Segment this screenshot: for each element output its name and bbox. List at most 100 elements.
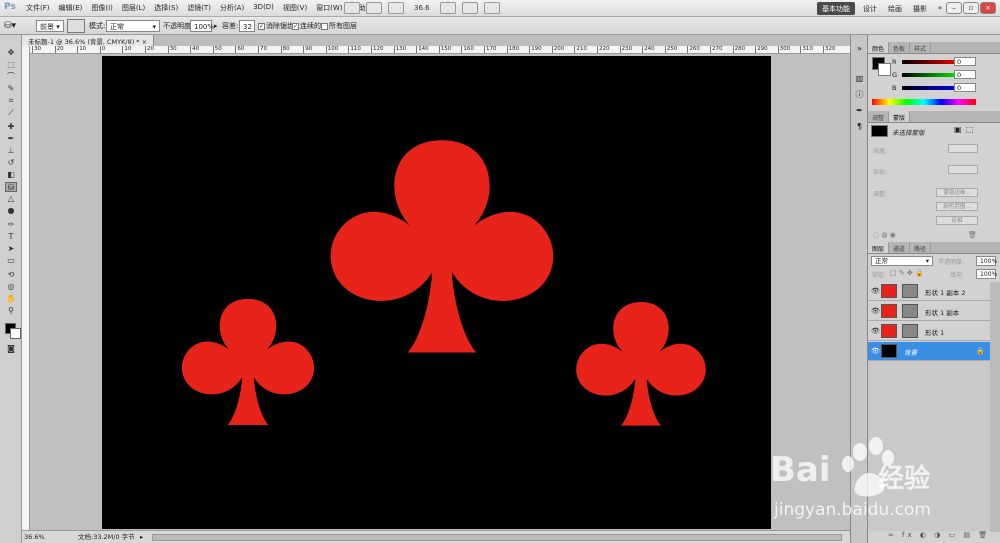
blend-mode-select[interactable]: 正常 ▾	[871, 256, 933, 266]
dodge-tool-icon[interactable]: ●	[5, 206, 17, 216]
marquee-tool-icon[interactable]: ⬚	[5, 60, 17, 70]
menu-window[interactable]: 窗口(W)	[316, 3, 342, 13]
zoom-level[interactable]: 36.6	[410, 4, 434, 12]
quick-select-tool-icon[interactable]: ✎	[5, 84, 17, 94]
view-extras-icon[interactable]	[388, 2, 404, 14]
3d-rotate-tool-icon[interactable]: ⟲	[5, 270, 17, 280]
hand-tool-icon[interactable]	[439, 2, 456, 14]
crop-tool-icon[interactable]: ⌗	[5, 96, 17, 106]
tab-channels[interactable]: 通道	[889, 242, 911, 253]
tab-adjustments[interactable]: 调整	[868, 111, 890, 122]
document-close-icon[interactable]: ×	[142, 38, 147, 46]
workspace-essentials[interactable]: 基本功能	[817, 2, 855, 15]
zoom-tool-icon[interactable]: ⚲	[5, 306, 17, 316]
menu-view[interactable]: 视图(V)	[283, 3, 307, 13]
mask-density-input[interactable]	[948, 144, 978, 153]
history-brush-tool-icon[interactable]: ↺	[5, 158, 17, 168]
pen-tool-icon[interactable]: ✑	[5, 220, 17, 230]
workspace-painting[interactable]: 绘画	[883, 2, 907, 15]
mask-feather-input[interactable]	[948, 165, 978, 174]
tab-color[interactable]: 颜色	[868, 42, 890, 53]
fill-source-select[interactable]: 前景 ▾	[36, 20, 64, 32]
menu-filter[interactable]: 滤镜(T)	[187, 3, 211, 13]
menu-edit[interactable]: 编辑(E)	[59, 3, 83, 13]
bridge-icon[interactable]	[344, 2, 360, 14]
color-range-button[interactable]: 颜色范围...	[936, 202, 978, 211]
paint-bucket-tool-icon[interactable]: ⛁	[5, 182, 17, 192]
menu-layer[interactable]: 图层(L)	[122, 3, 145, 13]
layer-row-selected[interactable]: 👁 背景 🔒	[868, 342, 990, 361]
layers-scrollbar[interactable]	[990, 282, 1000, 532]
minimize-icon[interactable]: –	[946, 2, 962, 14]
all-layers-checkbox[interactable]	[321, 22, 328, 30]
path-select-tool-icon[interactable]: ➤	[5, 244, 17, 254]
mask-delete-icon[interactable]: 🗑	[968, 231, 977, 239]
lock-icons[interactable]: □ ✎ ✥ 🔒	[890, 269, 924, 277]
eye-icon[interactable]: 👁	[871, 307, 880, 315]
3d-orbit-tool-icon[interactable]: ◎	[5, 282, 17, 292]
paint-bucket-preset-icon[interactable]: ⛁▾	[4, 20, 16, 32]
clone-stamp-tool-icon[interactable]: ⊥	[5, 146, 17, 156]
eye-icon[interactable]: 👁	[871, 347, 880, 355]
document-tab[interactable]: 未标题-1 @ 36.6% (背景, CMYK/8) * ×	[22, 35, 155, 46]
paragraph-icon[interactable]: ¶	[854, 121, 865, 132]
fill-input[interactable]: 100%	[976, 269, 997, 279]
mode-select[interactable]: 正常 ▾	[106, 20, 160, 32]
invert-button[interactable]: 反相	[936, 216, 978, 225]
mini-bridge-icon[interactable]	[366, 2, 382, 14]
layer-row[interactable]: 👁 形状 1 副本	[868, 302, 990, 321]
status-arrow-icon[interactable]: ▸	[140, 531, 143, 543]
close-icon[interactable]: ×	[980, 2, 996, 14]
workspace-design[interactable]: 设计	[858, 2, 882, 15]
tab-layers[interactable]: 图层	[868, 242, 890, 253]
mask-edge-button[interactable]: 蒙版边缘...	[936, 188, 978, 197]
vector-mask-icon[interactable]: ⬚	[966, 125, 974, 134]
menu-file[interactable]: 文件(F)	[26, 3, 50, 13]
menu-3d[interactable]: 3D(D)	[253, 3, 274, 13]
layer-row[interactable]: 👁 形状 1 副本 2	[868, 282, 990, 301]
shape-tool-icon[interactable]: ▭	[5, 256, 17, 266]
arrange-documents-icon[interactable]	[461, 2, 478, 14]
info-icon[interactable]: ⓘ	[854, 89, 865, 100]
color-spectrum-bar[interactable]	[872, 99, 976, 105]
contiguous-checkbox[interactable]: ✓	[292, 22, 299, 30]
layers-footer-icons[interactable]: ∞ fx ◐ ◑ ▭ ▤ 🗑	[888, 531, 990, 539]
maximize-icon[interactable]: ▫	[963, 2, 979, 14]
contiguous-option[interactable]: ✓ 连续的	[292, 20, 321, 32]
navigator-icon[interactable]: ✒	[854, 105, 865, 116]
menu-analysis[interactable]: 分析(A)	[220, 3, 244, 13]
opacity-input[interactable]: 100%	[190, 20, 214, 32]
antialias-checkbox[interactable]: ✓	[258, 22, 265, 30]
pixel-mask-icon[interactable]: ▣	[954, 125, 962, 134]
green-slider[interactable]	[902, 73, 962, 77]
document-canvas[interactable]	[102, 56, 771, 529]
status-zoom[interactable]: 36.6%	[24, 531, 45, 543]
tab-masks[interactable]: 蒙版	[889, 111, 911, 122]
layer-row[interactable]: 👁 形状 1	[868, 322, 990, 341]
histogram-icon[interactable]: ▥	[854, 73, 865, 84]
pattern-picker[interactable]	[67, 19, 85, 33]
healing-brush-tool-icon[interactable]: ✚	[5, 122, 17, 132]
opacity-arrow-icon[interactable]: ▸	[214, 20, 218, 32]
eye-icon[interactable]: 👁	[871, 327, 880, 335]
blue-slider[interactable]	[902, 86, 962, 90]
antialias-option[interactable]: ✓ 消除锯齿	[258, 20, 294, 32]
collapse-panels-icon[interactable]: »	[854, 43, 865, 54]
move-tool-icon[interactable]: ✥	[5, 48, 17, 58]
quick-mask-icon[interactable]: ◙	[5, 344, 17, 354]
menu-image[interactable]: 图像(I)	[91, 3, 113, 13]
hand-tool-icon[interactable]: ✋	[5, 294, 17, 304]
background-color-swatch[interactable]	[10, 328, 21, 339]
mask-footer-icons[interactable]: ◌ ◍ ◉	[873, 231, 896, 239]
workspace-photography[interactable]: 摄影	[908, 2, 932, 15]
screen-mode-icon[interactable]	[483, 2, 500, 14]
blue-value[interactable]: 0	[954, 83, 976, 92]
eraser-tool-icon[interactable]: ◧	[5, 170, 17, 180]
blur-tool-icon[interactable]: △	[5, 194, 17, 204]
red-slider[interactable]	[902, 60, 962, 64]
eye-icon[interactable]: 👁	[871, 287, 880, 295]
horizontal-scrollbar[interactable]	[152, 534, 842, 541]
lasso-tool-icon[interactable]: ⌒	[5, 72, 17, 82]
tolerance-input[interactable]: 32	[239, 20, 255, 32]
red-value[interactable]: 0	[954, 57, 976, 66]
